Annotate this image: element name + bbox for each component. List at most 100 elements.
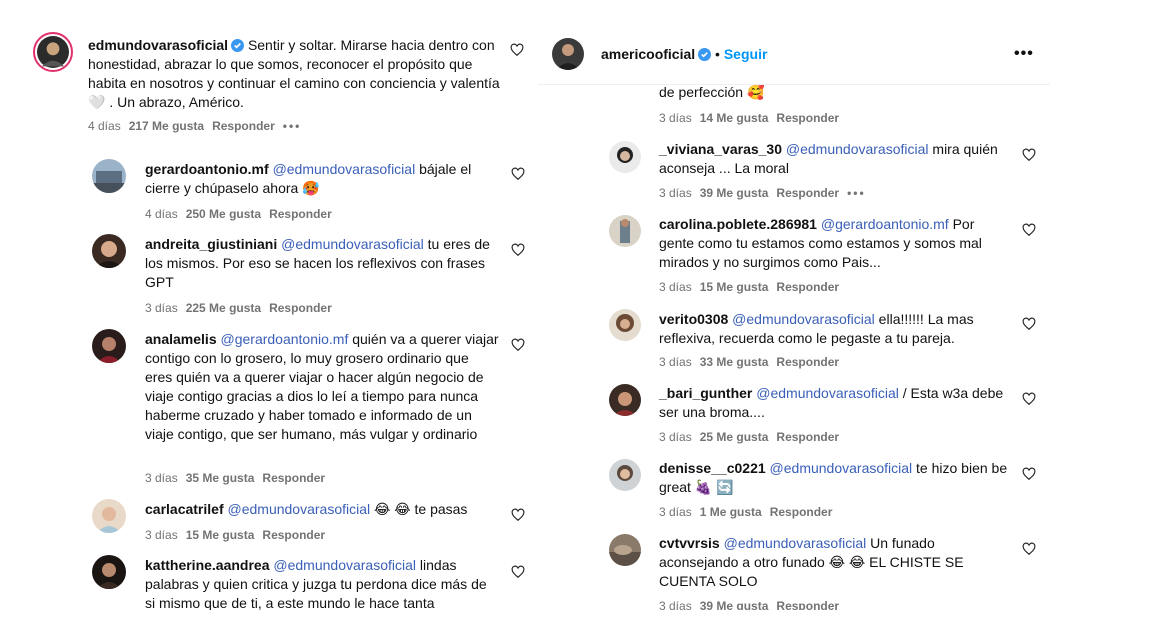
comment-likes[interactable]: 250 Me gusta bbox=[186, 207, 261, 221]
post-meta: 4 días 217 Me gusta Responder ••• bbox=[88, 118, 309, 134]
comment-text-partial: de perfección 🥰 bbox=[659, 84, 765, 100]
post-reply-button[interactable]: Responder bbox=[212, 119, 275, 133]
comment-mention-link[interactable]: @edmundovarasoficial bbox=[228, 501, 371, 517]
like-comment-heart-icon[interactable] bbox=[1022, 542, 1036, 556]
comment-username[interactable]: cvtvvrsis bbox=[659, 535, 720, 551]
header-separator: • bbox=[715, 46, 720, 62]
like-comment-heart-icon[interactable] bbox=[1022, 317, 1036, 331]
like-comment-heart-icon[interactable] bbox=[1022, 148, 1036, 162]
like-comment-heart-icon[interactable] bbox=[511, 243, 525, 257]
comment-time: 3 días bbox=[659, 355, 692, 369]
comment-avatar[interactable] bbox=[92, 159, 126, 193]
comment-mention-link[interactable]: @edmundovarasoficial bbox=[273, 161, 416, 177]
post-author-username[interactable]: americooficial bbox=[601, 46, 695, 62]
comment-reply-button[interactable]: Responder bbox=[262, 528, 325, 542]
comment-time: 3 días bbox=[145, 301, 178, 315]
comment-username[interactable]: gerardoantonio.mf bbox=[145, 161, 269, 177]
comment-likes[interactable]: 1 Me gusta bbox=[700, 505, 762, 519]
comment-likes[interactable]: 14 Me gusta bbox=[700, 111, 769, 125]
comment-username[interactable]: kattherine.aandrea bbox=[145, 557, 270, 573]
comment-mention-link[interactable]: @edmundovarasoficial bbox=[273, 557, 416, 573]
comment-time: 3 días bbox=[659, 280, 692, 294]
like-comment-heart-icon[interactable] bbox=[511, 338, 525, 352]
comment-reply-button[interactable]: Responder bbox=[262, 471, 325, 485]
comment-reply-button[interactable]: Responder bbox=[776, 430, 839, 444]
comment-text: _viviana_varas_30 @edmundovarasoficial m… bbox=[659, 140, 1009, 178]
comment-avatar[interactable] bbox=[92, 329, 126, 363]
post-author-username[interactable]: edmundovarasoficial bbox=[88, 37, 228, 53]
comment-mention-link[interactable]: @gerardoantonio.mf bbox=[821, 216, 949, 232]
comment-meta: 3 días 39 Me gusta Responder bbox=[659, 598, 847, 610]
comment-text: andreita_giustiniani @edmundovarasoficia… bbox=[145, 235, 495, 292]
comment-reply-button[interactable]: Responder bbox=[770, 505, 833, 519]
like-comment-heart-icon[interactable] bbox=[511, 565, 525, 579]
comment-username[interactable]: _bari_gunther bbox=[659, 385, 752, 401]
like-comment-heart-icon[interactable] bbox=[511, 508, 525, 522]
comment-likes[interactable]: 39 Me gusta bbox=[700, 186, 769, 200]
comment-reply-button[interactable]: Responder bbox=[776, 280, 839, 294]
verified-badge-icon bbox=[231, 39, 245, 52]
follow-button[interactable]: Seguir bbox=[724, 46, 768, 62]
comment-likes[interactable]: 15 Me gusta bbox=[186, 528, 255, 542]
comment-text: analamelis @gerardoantonio.mf quién va a… bbox=[145, 330, 499, 444]
comment-mention-link[interactable]: @edmundovarasoficial bbox=[756, 385, 899, 401]
like-comment-heart-icon[interactable] bbox=[1022, 467, 1036, 481]
comment-reply-button[interactable]: Responder bbox=[776, 599, 839, 610]
comment-username[interactable]: _viviana_varas_30 bbox=[659, 141, 782, 157]
comment-text: _bari_gunther @edmundovarasoficial / Est… bbox=[659, 384, 1009, 422]
comment-reply-button[interactable]: Responder bbox=[269, 207, 332, 221]
post-more-options-button[interactable]: ••• bbox=[1014, 45, 1034, 63]
comment-time: 4 días bbox=[145, 207, 178, 221]
like-post-heart-icon[interactable] bbox=[510, 43, 524, 57]
comment-avatar[interactable] bbox=[92, 499, 126, 533]
comment-mention-link[interactable]: @edmundovarasoficial bbox=[786, 141, 929, 157]
comment-mention-link[interactable]: @edmundovarasoficial bbox=[770, 460, 913, 476]
comment-username[interactable]: carlacatrilef bbox=[145, 501, 224, 517]
post-caption: edmundovarasoficial Sentir y soltar. Mir… bbox=[88, 36, 508, 112]
comment-text: verito0308 @edmundovarasoficial ella!!!!… bbox=[659, 310, 1009, 348]
post-author-avatar[interactable] bbox=[552, 38, 584, 70]
comment-likes[interactable]: 15 Me gusta bbox=[700, 280, 769, 294]
comment-meta: 3 días 1 Me gusta Responder bbox=[659, 504, 840, 520]
comment-reply-button[interactable]: Responder bbox=[269, 301, 332, 315]
comment-likes[interactable]: 25 Me gusta bbox=[700, 430, 769, 444]
post-time: 4 días bbox=[88, 119, 121, 133]
comment-username[interactable]: analamelis bbox=[145, 331, 217, 347]
comment-reply-button[interactable]: Responder bbox=[776, 186, 839, 200]
comment-avatar[interactable] bbox=[609, 141, 641, 173]
comment-more-options-button[interactable]: ••• bbox=[847, 186, 866, 200]
like-comment-heart-icon[interactable] bbox=[1022, 223, 1036, 237]
like-comment-heart-icon[interactable] bbox=[511, 167, 525, 181]
comment-username[interactable]: andreita_giustiniani bbox=[145, 236, 277, 252]
comment-username[interactable]: denisse__c0221 bbox=[659, 460, 766, 476]
like-comment-heart-icon[interactable] bbox=[1022, 392, 1036, 406]
post-more-options-button[interactable]: ••• bbox=[283, 119, 302, 133]
comment-avatar[interactable] bbox=[609, 459, 641, 491]
comment-mention-link[interactable]: @edmundovarasoficial bbox=[732, 311, 875, 327]
comment-likes[interactable]: 225 Me gusta bbox=[186, 301, 261, 315]
comment-mention-link[interactable]: @edmundovarasoficial bbox=[281, 236, 424, 252]
comment-likes[interactable]: 35 Me gusta bbox=[186, 471, 255, 485]
comment-time: 3 días bbox=[659, 599, 692, 610]
comment-avatar[interactable] bbox=[609, 384, 641, 416]
comment-avatar[interactable] bbox=[609, 309, 641, 341]
comment-likes[interactable]: 39 Me gusta bbox=[700, 599, 769, 610]
comment-avatar[interactable] bbox=[92, 234, 126, 268]
post-author-avatar[interactable] bbox=[33, 32, 73, 72]
comment-mention-link[interactable]: @edmundovarasoficial bbox=[724, 535, 867, 551]
comment-avatar[interactable] bbox=[92, 555, 126, 589]
comment-meta: 3 días 39 Me gusta Responder ••• bbox=[659, 185, 874, 201]
comment-likes[interactable]: 33 Me gusta bbox=[700, 355, 769, 369]
post-likes[interactable]: 217 Me gusta bbox=[129, 119, 204, 133]
comment-username[interactable]: verito0308 bbox=[659, 311, 728, 327]
comment-meta: 4 días 250 Me gusta Responder bbox=[145, 206, 340, 222]
post-header-text: americooficial • Seguir bbox=[601, 45, 921, 64]
comment-mention-link[interactable]: @gerardoantonio.mf bbox=[221, 331, 349, 347]
comment-reply-button[interactable]: Responder bbox=[776, 355, 839, 369]
comment-avatar[interactable] bbox=[609, 534, 641, 566]
comment-reply-button[interactable]: Responder bbox=[776, 111, 839, 125]
comment-time: 3 días bbox=[145, 528, 178, 542]
comment-username[interactable]: carolina.poblete.286981 bbox=[659, 216, 817, 232]
comment-avatar[interactable] bbox=[609, 215, 641, 247]
comment-time: 3 días bbox=[659, 111, 692, 125]
